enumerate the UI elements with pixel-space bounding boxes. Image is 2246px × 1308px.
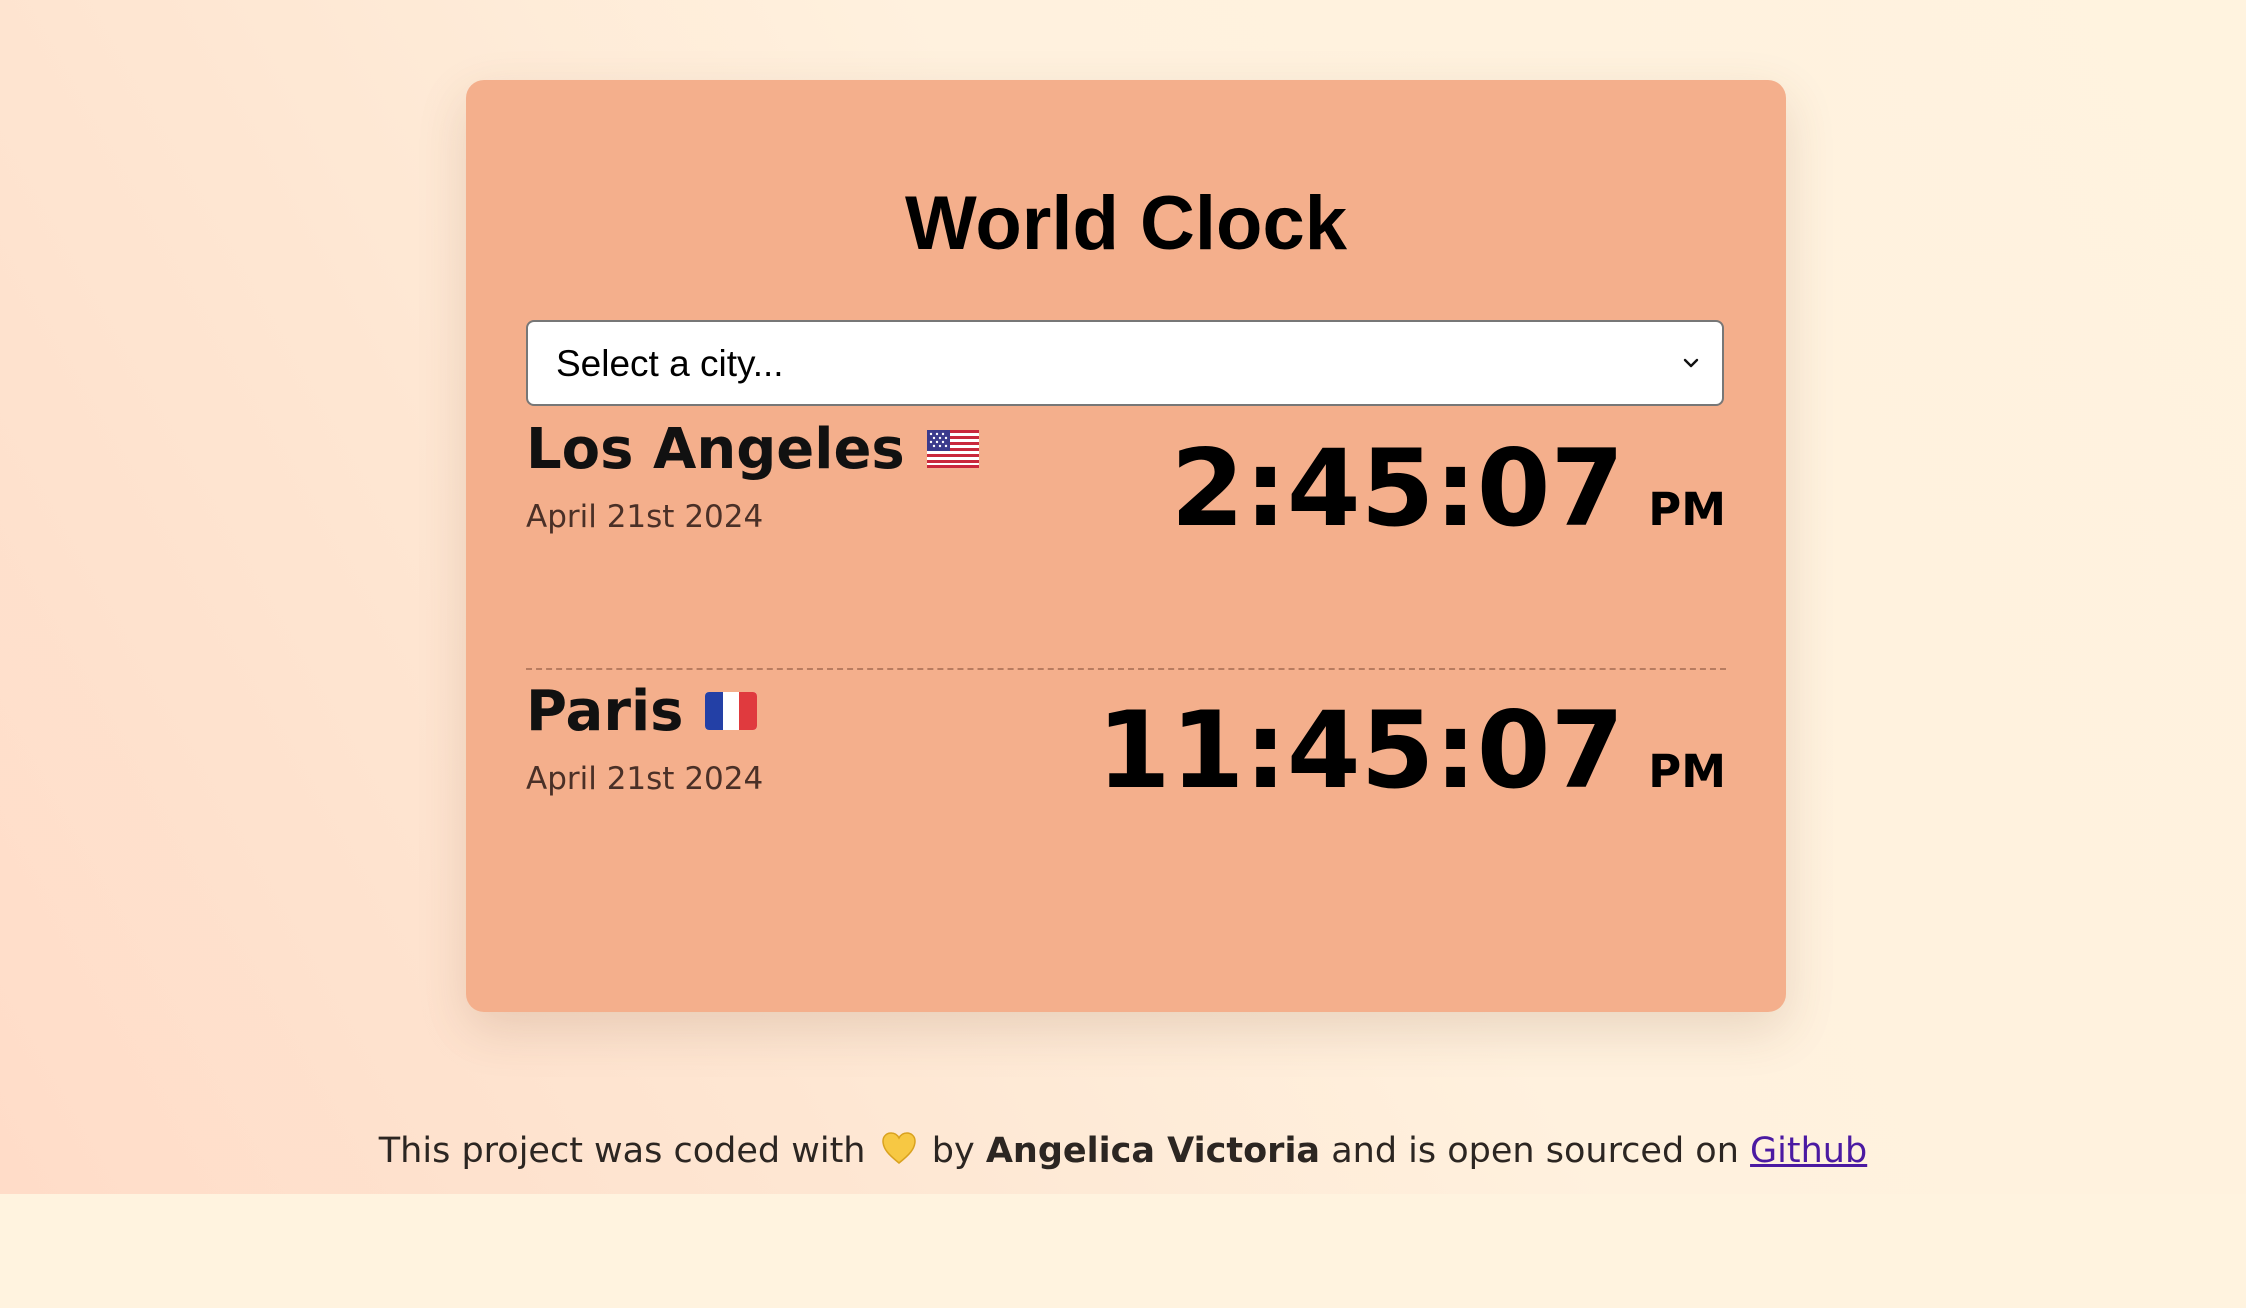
city-date: April 21st 2024	[526, 761, 764, 797]
france-flag-icon	[705, 691, 758, 730]
footer-author: Angelica Victoria	[985, 1131, 1321, 1171]
city-time: 2:45:07 PM	[1171, 436, 1726, 542]
city-date: April 21st 2024	[526, 499, 764, 535]
city-select[interactable]: Select a city...	[526, 320, 1724, 406]
footer-text-after: and is open sourced on	[1331, 1131, 1739, 1171]
city-divider	[526, 668, 1726, 670]
city-row-paris: Paris April 21st 2024 11:45:07 PM	[526, 684, 1726, 804]
page-title: World Clock	[905, 181, 1347, 266]
city-name: Paris	[526, 684, 758, 740]
github-link[interactable]: Github	[1750, 1131, 1867, 1171]
time-digits: 2:45:07	[1170, 427, 1625, 550]
time-ampm: PM	[1648, 483, 1726, 536]
world-clock-card: World Clock Select a city... Los Angeles	[466, 80, 1786, 1012]
city-row-los-angeles: Los Angeles April 21st 2024 2:45:07 PM	[526, 422, 1726, 542]
city-select-value: Select a city...	[556, 343, 784, 384]
footer-text-before: This project was coded with	[378, 1131, 866, 1171]
us-flag-icon	[926, 429, 979, 468]
city-time: 11:45:07 PM	[1097, 698, 1726, 804]
footer: This project was coded with by Angelica …	[0, 1131, 2246, 1171]
time-ampm: PM	[1648, 745, 1726, 798]
yellow-heart-icon	[881, 1132, 916, 1164]
city-name: Los Angeles	[526, 422, 979, 478]
city-name-label: Los Angeles	[526, 417, 905, 482]
footer-text-by: by	[931, 1131, 975, 1171]
chevron-down-icon	[1683, 358, 1699, 368]
city-name-label: Paris	[526, 679, 684, 744]
time-digits: 11:45:07	[1096, 689, 1625, 812]
